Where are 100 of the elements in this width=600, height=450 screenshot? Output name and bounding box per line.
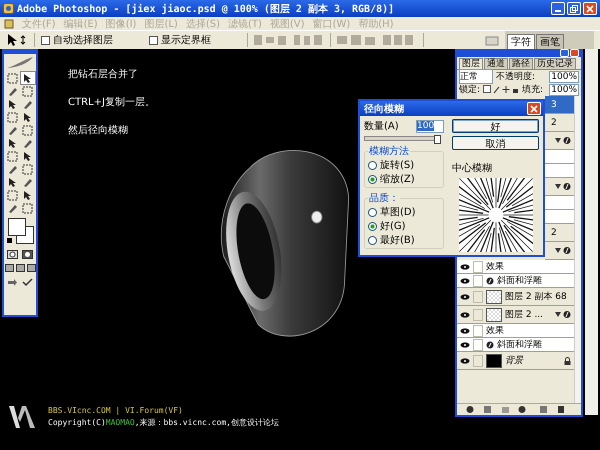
instruction-text: 把钻石层合并了 — [68, 68, 138, 81]
close-button[interactable] — [570, 49, 579, 57]
logo-drawing — [8, 404, 36, 430]
palette-tab[interactable]: 字符 — [507, 34, 535, 49]
eye-icon[interactable] — [460, 312, 470, 318]
minimize-button[interactable] — [551, 2, 565, 15]
dialog-title: 径向模糊 — [364, 102, 404, 116]
color-swatches-drawing[interactable] — [6, 216, 34, 246]
tool-icon[interactable] — [6, 189, 20, 201]
layer-row[interactable]: 效果 — [457, 260, 574, 274]
screen-mode-icon[interactable] — [4, 262, 14, 274]
palette-tab[interactable]: 画笔 — [536, 34, 564, 49]
tool-icon[interactable] — [20, 124, 34, 136]
effect-icon — [486, 276, 494, 284]
opacity-field[interactable]: 100% — [549, 70, 579, 82]
close-button[interactable] — [583, 2, 597, 15]
eye-icon[interactable] — [460, 278, 470, 284]
palette-well-icon[interactable] — [485, 34, 499, 46]
checkbox[interactable] — [41, 36, 50, 44]
tool-icon[interactable] — [6, 72, 20, 84]
scrollbar[interactable] — [574, 96, 581, 403]
eye-icon[interactable] — [460, 328, 470, 334]
blend-mode-dropdown[interactable]: 正常 — [459, 69, 493, 84]
tool-icon[interactable] — [20, 163, 34, 175]
radio-button[interactable] — [368, 160, 377, 170]
center-label: 中心模糊 — [452, 162, 492, 175]
radio-button[interactable] — [368, 222, 377, 230]
panel-buttons-drawing[interactable] — [457, 403, 581, 415]
tool-icon[interactable] — [20, 202, 34, 214]
radio-label: 缩放(Z) — [380, 172, 415, 186]
checkmark-icon[interactable] — [20, 276, 34, 288]
screen-mode-icon[interactable] — [15, 262, 25, 274]
minimize-button[interactable] — [560, 49, 569, 57]
app-icon — [3, 3, 14, 14]
document-icon — [4, 18, 14, 28]
copyright-text: Copyright(C)MAOMAO,来源：bbs.vicnc.com,创意设计论坛 — [48, 417, 279, 428]
close-button[interactable] — [527, 102, 541, 115]
feather-icon — [5, 56, 35, 70]
layer-thumbnail — [486, 354, 502, 368]
tool-icon[interactable] — [6, 111, 20, 123]
checkbox-label: 显示定界框 — [161, 34, 211, 47]
tool-icon[interactable] — [6, 150, 20, 162]
minimize-icon — [555, 10, 561, 12]
slider-thumb[interactable] — [434, 135, 441, 144]
radio-label: 最好(B) — [380, 234, 415, 247]
move-tool-icon[interactable] — [6, 33, 28, 47]
blur-center-preview-drawing[interactable] — [458, 178, 532, 252]
close-icon — [530, 104, 538, 112]
lock-options-drawing[interactable] — [483, 85, 520, 94]
amount-label: 数量(A) — [364, 120, 399, 133]
radio-button[interactable] — [368, 236, 377, 244]
eye-icon[interactable] — [460, 264, 470, 270]
effect-icon — [486, 340, 494, 348]
eye-icon[interactable] — [460, 342, 470, 348]
radio-button[interactable] — [368, 208, 377, 216]
mask-mode-icon[interactable] — [20, 248, 34, 260]
panel-tab[interactable]: 路径 — [509, 58, 533, 69]
layer-name: 2 — [551, 118, 557, 128]
forum-caption: BBS.VIcnc.COM | VI.Forum(VF) — [48, 406, 184, 415]
opacity-label: 不透明度: — [496, 70, 536, 83]
radio-button[interactable] — [368, 174, 377, 184]
amount-field[interactable]: 100 — [416, 120, 444, 132]
ok-button[interactable]: 好 — [452, 119, 539, 133]
cancel-button[interactable]: 取消 — [452, 136, 539, 150]
instruction-text: 然后径向模糊 — [68, 124, 128, 137]
fill-field[interactable]: 100% — [549, 84, 579, 96]
checkbox[interactable] — [149, 36, 158, 44]
panel-tab[interactable]: 图层 — [459, 58, 483, 69]
screen-mode-icon[interactable] — [26, 262, 36, 274]
layer-name: 效果 — [486, 261, 505, 273]
eye-icon[interactable] — [460, 294, 470, 300]
instruction-text: CTRL+J复制一层。 — [68, 96, 155, 109]
amount-slider[interactable] — [364, 136, 438, 141]
panel-tab[interactable]: 通道 — [484, 58, 508, 69]
mask-mode-icon[interactable] — [6, 248, 20, 260]
layer-row[interactable]: 图层 2 副本 68 — [457, 288, 574, 306]
restore-button[interactable] — [567, 2, 581, 15]
tool-icon[interactable] — [20, 72, 34, 84]
layer-name: 2 — [551, 228, 557, 238]
layer-thumbnail — [486, 308, 502, 322]
group-title: 模糊方法 — [368, 144, 410, 158]
restore-icon — [570, 4, 578, 12]
layer-name: 斜面和浮雕 — [497, 338, 543, 351]
layer-name: 效果 — [486, 325, 505, 337]
scrollbar[interactable] — [585, 49, 598, 415]
panel-tab[interactable]: 历史记录 — [534, 58, 576, 69]
layer-row[interactable]: 3 — [545, 96, 574, 114]
fill-label: 填充: — [522, 84, 544, 96]
layer-row[interactable]: 斜面和浮雕 — [457, 338, 574, 352]
layer-row[interactable]: 背景 — [457, 352, 574, 370]
checkbox-label: 自动选择图层 — [53, 34, 113, 47]
group-title: 品质： — [368, 192, 400, 205]
layer-row[interactable]: 效果 — [457, 324, 574, 338]
tool-icon[interactable] — [20, 85, 34, 97]
eye-icon[interactable] — [460, 358, 470, 364]
lock-label: 锁定: — [459, 84, 480, 96]
radio-label: 旋转(S) — [380, 158, 414, 172]
layer-row[interactable]: 斜面和浮雕 — [457, 274, 574, 288]
layer-name: 图层 2 副本 68 — [505, 290, 568, 303]
layer-name: 背景 — [505, 354, 524, 367]
